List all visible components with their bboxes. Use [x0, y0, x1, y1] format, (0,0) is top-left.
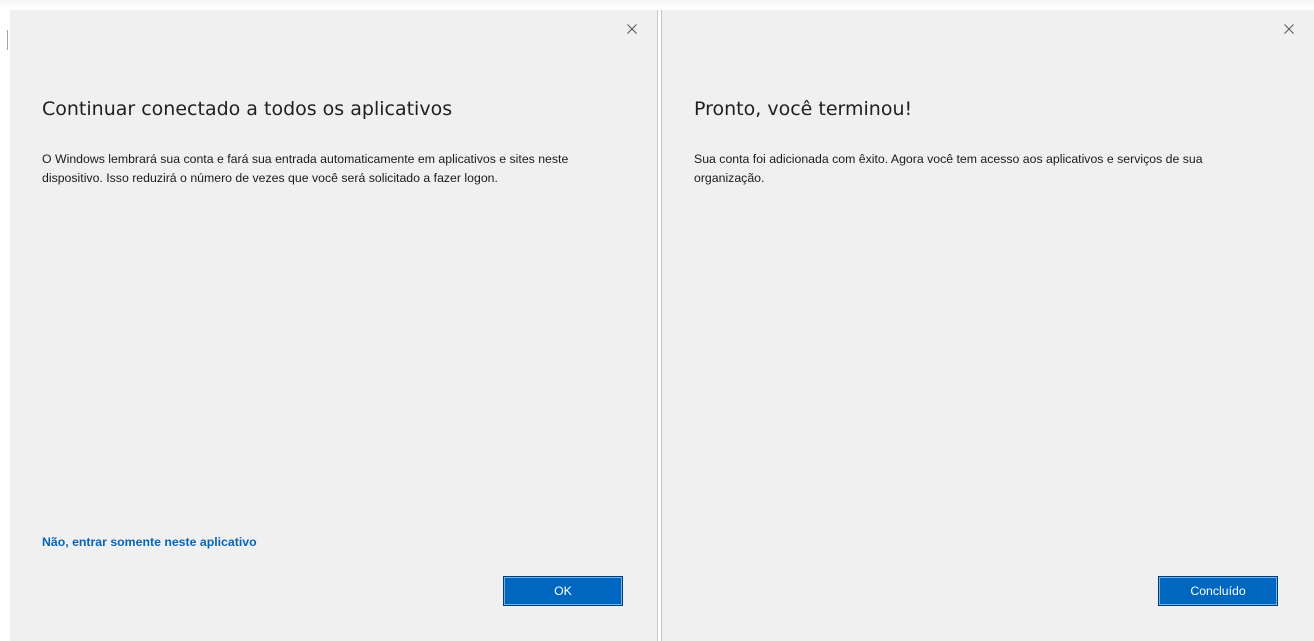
- sign-in-this-app-only-link[interactable]: Não, entrar somente neste aplicativo: [42, 535, 257, 549]
- ok-button[interactable]: OK: [503, 576, 623, 606]
- close-button[interactable]: [619, 18, 645, 40]
- stay-signed-in-dialog: Continuar conectado a todos os aplicativ…: [10, 10, 658, 641]
- close-icon: [627, 24, 637, 34]
- window-edge: [7, 30, 8, 50]
- close-icon: [1284, 24, 1294, 34]
- dialog-description: Sua conta foi adicionada com êxito. Agor…: [694, 152, 1203, 185]
- done-button[interactable]: Concluído: [1158, 576, 1278, 606]
- all-done-dialog: Pronto, você terminou! Sua conta foi adi…: [661, 10, 1314, 641]
- dialog-title: Continuar conectado a todos os aplicativ…: [42, 98, 453, 120]
- top-shadow: [0, 0, 1314, 10]
- dialog-title: Pronto, você terminou!: [694, 98, 913, 120]
- screen: Continuar conectado a todos os aplicativ…: [0, 0, 1314, 641]
- dialog-description: O Windows lembrará sua conta e fará sua …: [42, 152, 569, 185]
- close-button[interactable]: [1276, 18, 1302, 40]
